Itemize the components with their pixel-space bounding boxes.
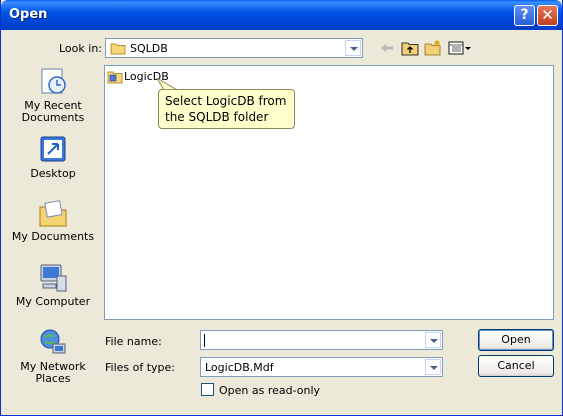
new-folder-icon[interactable] xyxy=(424,39,442,57)
help-button[interactable]: ? xyxy=(514,5,535,26)
place-my-recent-documents[interactable]: My Recent Documents xyxy=(10,66,96,124)
place-label: My Computer xyxy=(15,295,91,308)
database-folder-icon xyxy=(107,69,123,85)
callout-line: the SQLDB folder xyxy=(165,110,269,124)
callout-tooltip: Select LogicDB from the SQLDB folder xyxy=(158,89,295,129)
close-button[interactable]: ✕ xyxy=(537,5,558,26)
places-bar: My Recent Documents Desktop My Documents… xyxy=(10,64,96,396)
window-title: Open xyxy=(9,7,48,22)
open-button[interactable]: Open xyxy=(478,329,554,351)
cancel-button[interactable]: Cancel xyxy=(478,355,554,377)
read-only-checkbox[interactable] xyxy=(201,383,214,396)
look-in-value: SQLDB xyxy=(130,42,168,55)
network-places-icon xyxy=(37,327,69,359)
file-name: LogicDB xyxy=(124,70,169,83)
place-desktop[interactable]: Desktop xyxy=(10,134,96,180)
place-my-network-places[interactable]: My Network Places xyxy=(10,327,96,385)
files-of-type-label: Files of type: xyxy=(105,361,176,374)
my-documents-icon xyxy=(37,197,69,229)
chevron-down-icon[interactable] xyxy=(425,332,441,348)
place-label: Desktop xyxy=(30,167,76,180)
file-name-label: File name: xyxy=(105,335,162,348)
my-computer-icon xyxy=(37,262,69,294)
files-of-type-dropdown[interactable]: LogicDB.Mdf xyxy=(200,357,443,377)
read-only-label[interactable]: Open as read-only xyxy=(219,384,320,397)
look-in-label: Look in: xyxy=(59,42,102,55)
chevron-down-icon[interactable] xyxy=(345,40,361,56)
files-of-type-value: LogicDB.Mdf xyxy=(205,361,274,374)
place-my-computer[interactable]: My Computer xyxy=(10,262,96,308)
place-label: Documents xyxy=(21,111,85,124)
folder-icon xyxy=(110,42,126,58)
open-dialog: Open ? ✕ Look in: SQLDB My Recent Docume… xyxy=(0,0,563,416)
title-bar[interactable]: Open ? ✕ xyxy=(1,0,562,30)
text-cursor xyxy=(204,334,205,347)
place-label: Places xyxy=(35,372,71,385)
desktop-icon xyxy=(37,134,69,166)
recent-documents-icon xyxy=(37,66,69,98)
callout-line: Select LogicDB from xyxy=(165,94,287,108)
file-name-field[interactable] xyxy=(200,330,443,350)
chevron-down-icon[interactable] xyxy=(425,359,441,375)
look-in-dropdown[interactable]: SQLDB xyxy=(105,38,363,58)
views-menu-icon[interactable] xyxy=(448,39,472,57)
up-folder-icon[interactable] xyxy=(401,39,419,57)
back-arrow-icon[interactable] xyxy=(378,39,396,57)
place-my-documents[interactable]: My Documents xyxy=(10,197,96,243)
place-label: My Documents xyxy=(11,230,95,243)
